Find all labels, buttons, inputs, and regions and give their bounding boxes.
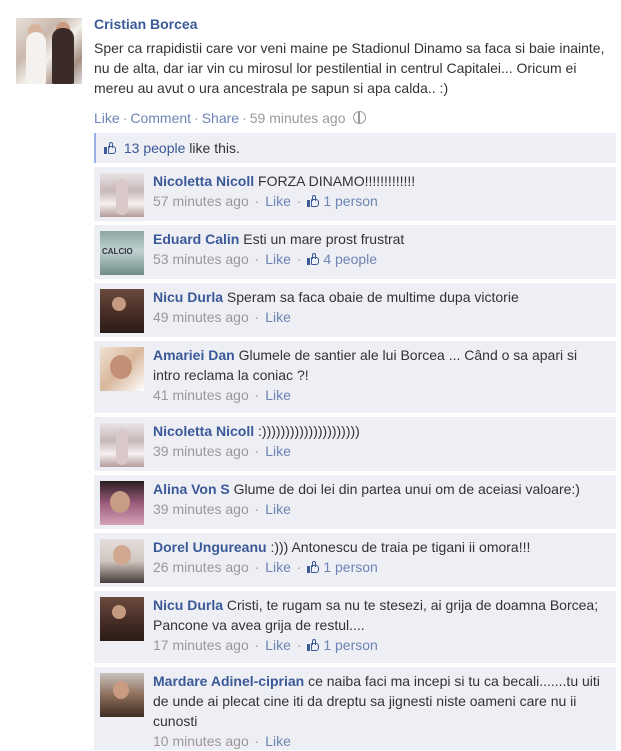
comment-text: Glume de doi lei din partea unui om de a…: [233, 481, 580, 497]
commenter-name[interactable]: Nicu Durla: [153, 597, 223, 613]
comment-timestamp[interactable]: 10 minutes ago: [153, 733, 249, 749]
comment-line: Nicu Durla Cristi, te rugam sa nu te ste…: [153, 595, 608, 635]
commenter-name[interactable]: Nicu Durla: [153, 289, 223, 305]
commenter-avatar[interactable]: [100, 347, 144, 391]
comment: Nicu Durla Speram sa faca obaie de multi…: [94, 283, 616, 337]
commenter-avatar[interactable]: [100, 173, 144, 217]
thumbs-up-icon: [104, 142, 117, 154]
comment-meta: 39 minutes ago · Like: [153, 501, 291, 517]
comment-like-link[interactable]: Like: [265, 193, 291, 209]
likers-link[interactable]: 13 people: [124, 140, 186, 156]
commenter-avatar[interactable]: [100, 423, 144, 467]
commenter-avatar[interactable]: [100, 289, 144, 333]
comment-timestamp[interactable]: 26 minutes ago: [153, 559, 249, 575]
comment-timestamp[interactable]: 53 minutes ago: [153, 251, 249, 267]
comment-like-link[interactable]: Like: [265, 443, 291, 459]
commenter-avatar[interactable]: [100, 673, 144, 717]
commenter-name[interactable]: Alina Von S: [153, 481, 230, 497]
comment-meta: 10 minutes ago · Like: [153, 733, 291, 749]
comment-text: :))))))))))))))))))))): [258, 423, 360, 439]
comment-link[interactable]: Comment: [130, 110, 191, 126]
comment: Dorel Ungureanu :))) Antonescu de traia …: [94, 533, 616, 587]
comment-like-link[interactable]: Like: [265, 251, 291, 267]
comment-line: Nicoletta Nicoll FORZA DINAMO!!!!!!!!!!!…: [153, 171, 608, 191]
thumbs-up-icon: [307, 195, 320, 207]
comment: Nicoletta Nicoll :))))))))))))))))))))) 3…: [94, 417, 616, 471]
commenter-name[interactable]: Nicoletta Nicoll: [153, 423, 254, 439]
comment-text: FORZA DINAMO!!!!!!!!!!!!!: [258, 173, 416, 189]
comment-timestamp[interactable]: 41 minutes ago: [153, 387, 249, 403]
commenter-name[interactable]: Eduard Calin: [153, 231, 239, 247]
comment-line: Nicu Durla Speram sa faca obaie de multi…: [153, 287, 608, 307]
like-link[interactable]: Like: [94, 110, 120, 126]
comment: Eduard Calin Esti un mare prost frustrat…: [94, 225, 616, 279]
comment-meta: 26 minutes ago · Like · 1 person: [153, 559, 378, 575]
post-actions: Like · Comment · Share · 59 minutes ago: [94, 108, 614, 128]
thumbs-up-icon: [307, 253, 320, 265]
commenter-name[interactable]: Amariei Dan: [153, 347, 235, 363]
comment-meta: 53 minutes ago · Like · 4 people: [153, 251, 378, 267]
commenter-avatar[interactable]: [100, 231, 144, 275]
comment-meta: 49 minutes ago · Like: [153, 309, 291, 325]
comment-like-count[interactable]: 1 person: [323, 559, 377, 575]
commenter-name[interactable]: Mardare Adinel-ciprian: [153, 673, 304, 689]
comment: Nicoletta Nicoll FORZA DINAMO!!!!!!!!!!!…: [94, 167, 616, 221]
comment-like-link[interactable]: Like: [265, 501, 291, 517]
comment-meta: 57 minutes ago · Like · 1 person: [153, 193, 378, 209]
comment-like-link[interactable]: Like: [265, 309, 291, 325]
share-link[interactable]: Share: [202, 110, 239, 126]
comment-line: Mardare Adinel-ciprian ce naiba faci ma …: [153, 671, 608, 731]
thumbs-up-icon: [307, 639, 320, 651]
comment-like-link[interactable]: Like: [265, 559, 291, 575]
comment-line: Nicoletta Nicoll :))))))))))))))))))))): [153, 421, 608, 441]
comment-meta: 39 minutes ago · Like: [153, 443, 291, 459]
comment: Nicu Durla Cristi, te rugam sa nu te ste…: [94, 591, 616, 663]
comment-text: :))) Antonescu de traia pe tigani ii omo…: [270, 539, 531, 555]
comment: Alina Von S Glume de doi lei din partea …: [94, 475, 616, 529]
comment-like-count[interactable]: 1 person: [323, 637, 377, 653]
comment-line: Dorel Ungureanu :))) Antonescu de traia …: [153, 537, 608, 557]
comment-timestamp[interactable]: 57 minutes ago: [153, 193, 249, 209]
comment-timestamp[interactable]: 17 minutes ago: [153, 637, 249, 653]
comment-line: Alina Von S Glume de doi lei din partea …: [153, 479, 608, 499]
comment-like-link[interactable]: Like: [265, 387, 291, 403]
comment-text: Speram sa faca obaie de multime dupa vic…: [226, 289, 519, 305]
comment-text: Esti un mare prost frustrat: [243, 231, 405, 247]
comment: Amariei Dan Glumele de santier ale lui B…: [94, 341, 616, 413]
comment-like-count[interactable]: 1 person: [323, 193, 377, 209]
commenter-avatar[interactable]: [100, 597, 144, 641]
commenter-avatar[interactable]: [100, 481, 144, 525]
comment-like-link[interactable]: Like: [265, 733, 291, 749]
comment-meta: 41 minutes ago · Like: [153, 387, 291, 403]
comment-timestamp[interactable]: 49 minutes ago: [153, 309, 249, 325]
post-author[interactable]: Cristian Borcea: [94, 14, 614, 34]
comment-like-count[interactable]: 4 people: [323, 251, 377, 267]
comment-meta: 17 minutes ago · Like · 1 person: [153, 637, 378, 653]
comment-line: Amariei Dan Glumele de santier ale lui B…: [153, 345, 608, 385]
likes-bar: 13 people like this.: [94, 133, 616, 163]
comment-timestamp[interactable]: 39 minutes ago: [153, 443, 249, 459]
commenter-name[interactable]: Dorel Ungureanu: [153, 539, 267, 555]
likes-suffix: like this.: [189, 140, 240, 156]
commenter-name[interactable]: Nicoletta Nicoll: [153, 173, 254, 189]
globe-icon: [353, 111, 367, 124]
post-timestamp[interactable]: 59 minutes ago: [250, 110, 346, 126]
comment-timestamp[interactable]: 39 minutes ago: [153, 501, 249, 517]
comment-like-link[interactable]: Like: [265, 637, 291, 653]
commenter-avatar[interactable]: [100, 539, 144, 583]
comment-line: Eduard Calin Esti un mare prost frustrat: [153, 229, 608, 249]
comment: Mardare Adinel-ciprian ce naiba faci ma …: [94, 667, 616, 750]
author-avatar[interactable]: [16, 18, 82, 84]
thumbs-up-icon: [307, 561, 320, 573]
post-text: Sper ca rrapidistii care vor veni maine …: [94, 40, 605, 96]
